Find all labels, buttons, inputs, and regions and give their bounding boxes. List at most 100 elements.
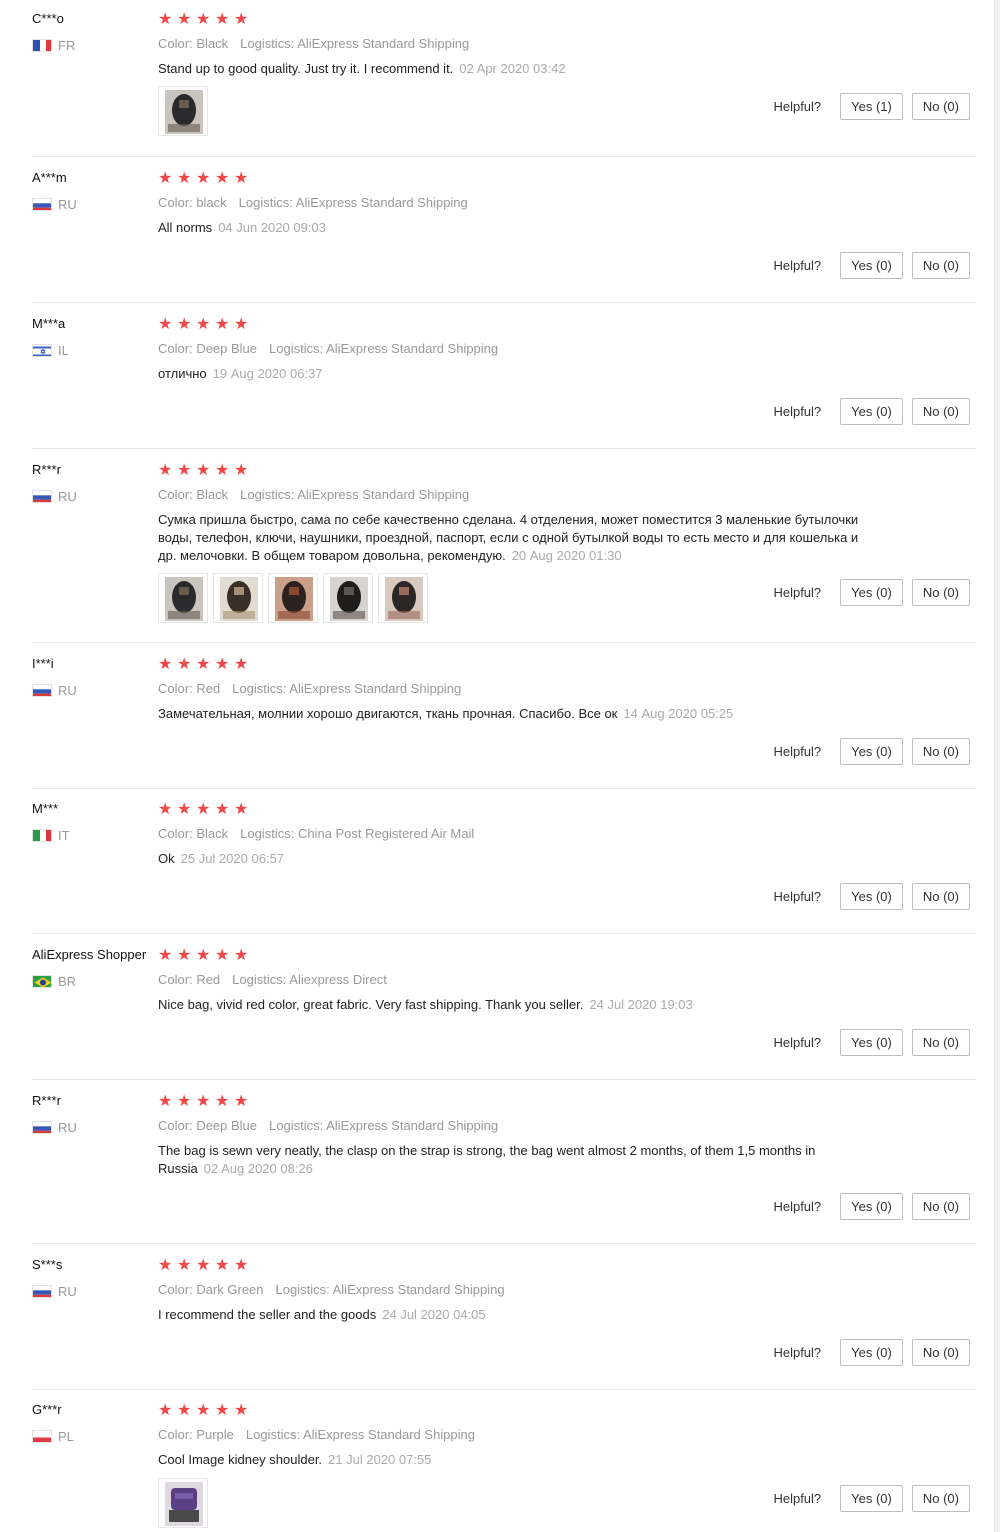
helpful-no-button[interactable]: No (0) [911,1339,970,1366]
flag-br-icon [32,974,52,988]
review-content: The bag is sewn very neatly, the clasp o… [158,1142,868,1178]
review-content: Замечательная, молнии хорошо двигаются, … [158,705,868,723]
helpful-no-button[interactable]: No (0) [911,883,970,910]
helpful-yes-button[interactable]: Yes (0) [840,738,903,765]
flag-ru-icon [32,1284,52,1298]
review-photo-thumbnail[interactable] [158,86,208,136]
review-divider [32,302,976,303]
helpful-no-button[interactable]: No (0) [911,1485,970,1512]
star-icon: ★ [196,1093,211,1110]
logistics-value: Aliexpress Direct [289,972,387,987]
review-date: 19 Aug 2020 06:37 [212,366,323,381]
review-photo-thumbnail[interactable] [158,573,208,623]
star-icon: ★ [177,656,192,673]
helpful-yes-button[interactable]: Yes (0) [840,398,903,425]
review-date: 02 Apr 2020 03:42 [459,61,566,76]
color-value: black [196,195,227,210]
review-date: 20 Aug 2020 01:30 [511,548,622,563]
logistics-label: Logistics: [240,826,295,841]
star-icon: ★ [158,170,173,187]
helpful-votes: Helpful? Yes (1) No (0) [773,93,970,120]
helpful-no-button[interactable]: No (0) [911,93,970,120]
country-code: IL [58,342,69,358]
review-attributes: Color: Black Logistics: China Post Regist… [158,826,486,841]
star-icon: ★ [215,316,230,333]
star-rating: ★ ★ ★ ★ ★ [158,317,253,333]
reviewer-country: RU [32,682,77,698]
star-rating: ★ ★ ★ ★ ★ [158,1403,253,1419]
logistics-value: AliExpress Standard Shipping [326,1118,499,1133]
star-icon: ★ [177,1402,192,1419]
helpful-votes: Helpful? Yes (0) No (0) [773,1485,970,1512]
helpful-yes-button[interactable]: Yes (0) [840,883,903,910]
logistics-label: Logistics: [240,36,295,51]
flag-ru-icon [32,197,52,211]
review-photos [158,1478,213,1528]
helpful-votes: Helpful? Yes (0) No (0) [773,252,970,279]
star-icon: ★ [215,947,230,964]
bag-photo [220,577,258,621]
star-rating: ★ ★ ★ ★ ★ [158,12,253,28]
country-code: RU [58,488,77,504]
helpful-no-button[interactable]: No (0) [911,252,970,279]
helpful-no-button[interactable]: No (0) [911,1193,970,1220]
helpful-yes-button[interactable]: Yes (0) [840,1339,903,1366]
helpful-no-button[interactable]: No (0) [911,398,970,425]
helpful-yes-button[interactable]: Yes (1) [840,93,903,120]
logistics-label: Logistics: [269,341,324,356]
review-photo-thumbnail[interactable] [323,573,373,623]
review-divider [32,156,976,157]
review-photo-thumbnail[interactable] [378,573,428,623]
review-attributes: Color: Red Logistics: AliExpress Standard… [158,681,473,696]
star-icon: ★ [158,1402,173,1419]
star-rating: ★ ★ ★ ★ ★ [158,802,253,818]
reviewer-country: IL [32,342,69,358]
country-code: RU [58,196,77,212]
star-icon: ★ [234,1402,249,1419]
logistics-value: AliExpress Standard Shipping [295,195,468,210]
review-photo-thumbnail[interactable] [158,1478,208,1528]
color-value: Purple [196,1427,234,1442]
star-rating: ★ ★ ★ ★ ★ [158,1094,253,1110]
logistics-label: Logistics: [232,972,287,987]
star-icon: ★ [215,11,230,28]
helpful-label: Helpful? [773,889,822,904]
star-icon: ★ [196,316,211,333]
review-attributes: Color: Red Logistics: Aliexpress Direct [158,972,399,987]
star-icon: ★ [177,11,192,28]
reviewer-name: R***r [32,1093,61,1108]
helpful-no-button[interactable]: No (0) [911,1029,970,1056]
review-text: I recommend the seller and the goods [158,1307,377,1322]
review-date: 14 Aug 2020 05:25 [623,706,734,721]
star-icon: ★ [158,11,173,28]
review-photo-thumbnail[interactable] [268,573,318,623]
helpful-no-button[interactable]: No (0) [911,738,970,765]
country-code: RU [58,682,77,698]
star-icon: ★ [196,947,211,964]
review-photo-thumbnail[interactable] [213,573,263,623]
review-divider [32,788,976,789]
review-date: 21 Jul 2020 07:55 [328,1452,432,1467]
review-text: Cool Image kidney shoulder. [158,1452,323,1467]
star-icon: ★ [196,1257,211,1274]
helpful-yes-button[interactable]: Yes (0) [840,252,903,279]
helpful-votes: Helpful? Yes (0) No (0) [773,1339,970,1366]
helpful-yes-button[interactable]: Yes (0) [840,579,903,606]
helpful-yes-button[interactable]: Yes (0) [840,1485,903,1512]
star-icon: ★ [177,801,192,818]
review-content: Stand up to good quality. Just try it. I… [158,60,868,78]
star-icon: ★ [215,1093,230,1110]
helpful-yes-button[interactable]: Yes (0) [840,1029,903,1056]
helpful-label: Helpful? [773,99,822,114]
color-label: Color: [158,1427,193,1442]
logistics-value: AliExpress Standard Shipping [297,487,470,502]
reviewer-country: IT [32,827,70,843]
helpful-yes-button[interactable]: Yes (0) [840,1193,903,1220]
helpful-label: Helpful? [773,1035,822,1050]
logistics-label: Logistics: [240,487,295,502]
country-code: FR [58,37,76,53]
review-date: 24 Jul 2020 04:05 [382,1307,486,1322]
bag-photo-purple [165,1482,203,1526]
helpful-no-button[interactable]: No (0) [911,579,970,606]
star-rating: ★ ★ ★ ★ ★ [158,463,253,479]
